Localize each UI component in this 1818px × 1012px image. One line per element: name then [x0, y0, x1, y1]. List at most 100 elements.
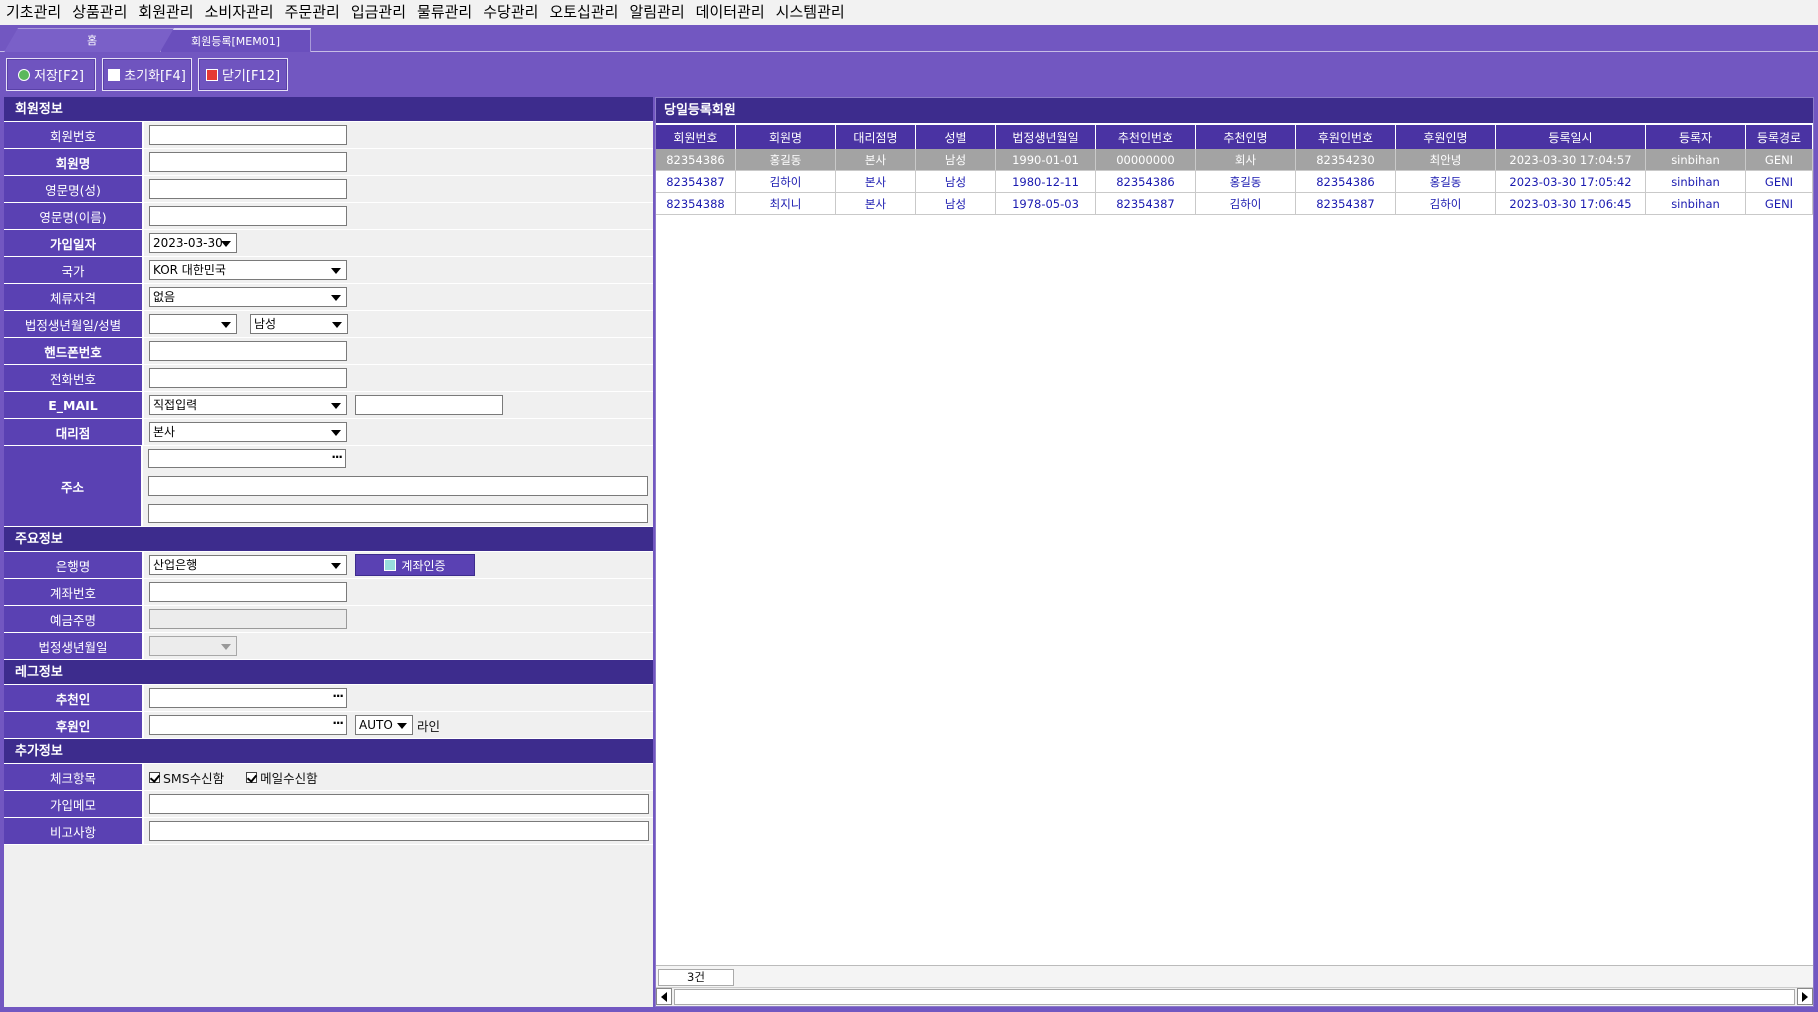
cell-registrant: sinbihan: [1646, 193, 1746, 215]
col-recommender-no[interactable]: 추천인번호: [1096, 125, 1196, 149]
address-line1-input[interactable]: [148, 476, 648, 496]
member-form-panel: 회원정보 회원번호 회원명 영문명(성) 영문명(이름) 가입일자 2023-03…: [4, 97, 653, 1007]
cell-recommender-no: 00000000: [1096, 149, 1196, 171]
cell-recommender-no: 82354387: [1096, 193, 1196, 215]
tab-member-register[interactable]: 회원등록[MEM01]: [160, 28, 311, 52]
table-row[interactable]: 82354388 최지니 본사 남성 1978-05-03 82354387 김…: [656, 193, 1813, 215]
cell-reg-path: GENI: [1746, 171, 1813, 193]
menu-basic[interactable]: 기초관리: [4, 0, 70, 25]
horizontal-scrollbar[interactable]: [656, 987, 1813, 1006]
section-member-info: 회원정보: [4, 97, 653, 122]
col-registrant[interactable]: 등록자: [1646, 125, 1746, 149]
cell-recommender-no: 82354386: [1096, 171, 1196, 193]
scroll-right-icon[interactable]: [1797, 988, 1813, 1005]
tab-bar: 홈 회원등록[MEM01]: [0, 25, 1818, 52]
col-branch[interactable]: 대리점명: [836, 125, 916, 149]
branch-select[interactable]: 본사: [149, 422, 347, 442]
cell-birth: 1978-05-03: [996, 193, 1096, 215]
sponsor-search-input[interactable]: [149, 714, 347, 735]
email-input[interactable]: [355, 395, 503, 415]
close-button[interactable]: 닫기[F12]: [198, 58, 288, 91]
grid-header-row: 회원번호 회원명 대리점명 성별 법정생년월일 추천인번호 추천인명 후원인번호…: [656, 125, 1813, 149]
country-select[interactable]: KOR 대한민국: [149, 260, 347, 280]
verify-account-button[interactable]: 계좌인증: [355, 554, 475, 576]
col-birth[interactable]: 법정생년월일: [996, 125, 1096, 149]
col-reg-path[interactable]: 등록경로: [1746, 125, 1813, 149]
menu-consumer[interactable]: 소비자관리: [203, 0, 283, 25]
scroll-left-icon[interactable]: [656, 988, 672, 1005]
cell-member-no: 82354387: [656, 171, 736, 193]
sponsor-line-select[interactable]: AUTO: [355, 715, 413, 735]
col-member-no[interactable]: 회원번호: [656, 125, 736, 149]
cell-member-name: 홍길동: [736, 149, 836, 171]
save-button[interactable]: 저장[F2]: [6, 58, 96, 91]
eng-last-input[interactable]: [149, 179, 347, 199]
menu-system[interactable]: 시스템관리: [774, 0, 854, 25]
label-email: E_MAIL: [4, 392, 144, 418]
menu-member[interactable]: 회원관리: [136, 0, 202, 25]
tab-home[interactable]: 홈: [4, 28, 180, 52]
menu-data[interactable]: 데이터관리: [694, 0, 774, 25]
stay-status-select[interactable]: 없음: [149, 287, 347, 307]
mail-checkbox-label: 메일수신함: [260, 770, 318, 786]
label-phone: 전화번호: [4, 365, 144, 391]
member-name-input[interactable]: [149, 152, 347, 172]
remarks-input[interactable]: [149, 821, 649, 841]
mobile-input[interactable]: [149, 341, 347, 361]
label-branch: 대리점: [4, 419, 144, 445]
menu-logistics[interactable]: 물류관리: [415, 0, 481, 25]
join-memo-input[interactable]: [149, 794, 649, 814]
phone-input[interactable]: [149, 368, 347, 388]
sms-checkbox[interactable]: SMS수신함: [149, 768, 224, 787]
menu-notification[interactable]: 알림관리: [627, 0, 693, 25]
address-line2-input[interactable]: [148, 503, 648, 523]
grid-title: 당일등록회원: [656, 98, 1813, 123]
col-sponsor-name[interactable]: 후원인명: [1396, 125, 1496, 149]
mail-checkbox[interactable]: 메일수신함: [246, 768, 318, 787]
menu-order[interactable]: 주문관리: [283, 0, 349, 25]
menu-product[interactable]: 상품관리: [70, 0, 136, 25]
col-sponsor-no[interactable]: 후원인번호: [1296, 125, 1396, 149]
recommender-search-input[interactable]: [149, 687, 347, 708]
label-join-date: 가입일자: [4, 230, 144, 256]
table-row[interactable]: 82354387 김하이 본사 남성 1980-12-11 82354386 홍…: [656, 171, 1813, 193]
label-birth-gender: 법정생년월일/성별: [4, 311, 144, 337]
col-recommender-name[interactable]: 추천인명: [1196, 125, 1296, 149]
menu-deposit[interactable]: 입금관리: [349, 0, 415, 25]
label-mobile: 핸드폰번호: [4, 338, 144, 364]
cell-branch: 본사: [836, 193, 916, 215]
eng-first-input[interactable]: [149, 206, 347, 226]
menu-allowance[interactable]: 수당관리: [481, 0, 547, 25]
label-check-items: 체크항목: [4, 764, 144, 790]
label-remarks: 비고사항: [4, 818, 144, 844]
cell-recommender-name: 김하이: [1196, 193, 1296, 215]
close-label: 닫기[F12]: [221, 69, 281, 84]
sms-checkbox-label: SMS수신함: [163, 770, 225, 786]
cell-registrant: sinbihan: [1646, 149, 1746, 171]
checkbox-checked-icon: [246, 771, 258, 783]
account-no-input[interactable]: [149, 582, 347, 602]
email-domain-select[interactable]: 직접입력: [149, 395, 347, 415]
account-holder-input: [149, 609, 347, 629]
bank-select[interactable]: 산업은행: [149, 555, 347, 575]
zipcode-search-input[interactable]: [148, 448, 346, 469]
members-grid: 회원번호 회원명 대리점명 성별 법정생년월일 추천인번호 추천인명 후원인번호…: [656, 125, 1813, 215]
cell-gender: 남성: [916, 149, 996, 171]
scroll-track[interactable]: [674, 989, 1795, 1005]
member-no-input[interactable]: [149, 125, 347, 145]
join-date-picker[interactable]: 2023-03-30: [149, 233, 237, 253]
reset-button[interactable]: 초기화[F4]: [102, 58, 192, 91]
cell-recommender-name: 홍길동: [1196, 171, 1296, 193]
menu-autoship[interactable]: 오토십관리: [547, 0, 627, 25]
col-reg-datetime[interactable]: 등록일시: [1496, 125, 1646, 149]
label-eng-first: 영문명(이름): [4, 203, 144, 229]
col-gender[interactable]: 성별: [916, 125, 996, 149]
birth-date-picker[interactable]: [149, 314, 237, 334]
col-member-name[interactable]: 회원명: [736, 125, 836, 149]
label-birth: 법정생년월일: [4, 633, 144, 659]
cell-birth: 1990-01-01: [996, 149, 1096, 171]
gender-select[interactable]: 남성: [250, 314, 348, 334]
menu-bar: 기초관리 상품관리 회원관리 소비자관리 주문관리 입금관리 물류관리 수당관리…: [0, 0, 1818, 25]
table-row[interactable]: 82354386 홍길동 본사 남성 1990-01-01 00000000 회…: [656, 149, 1813, 171]
label-account-no: 계좌번호: [4, 579, 144, 605]
